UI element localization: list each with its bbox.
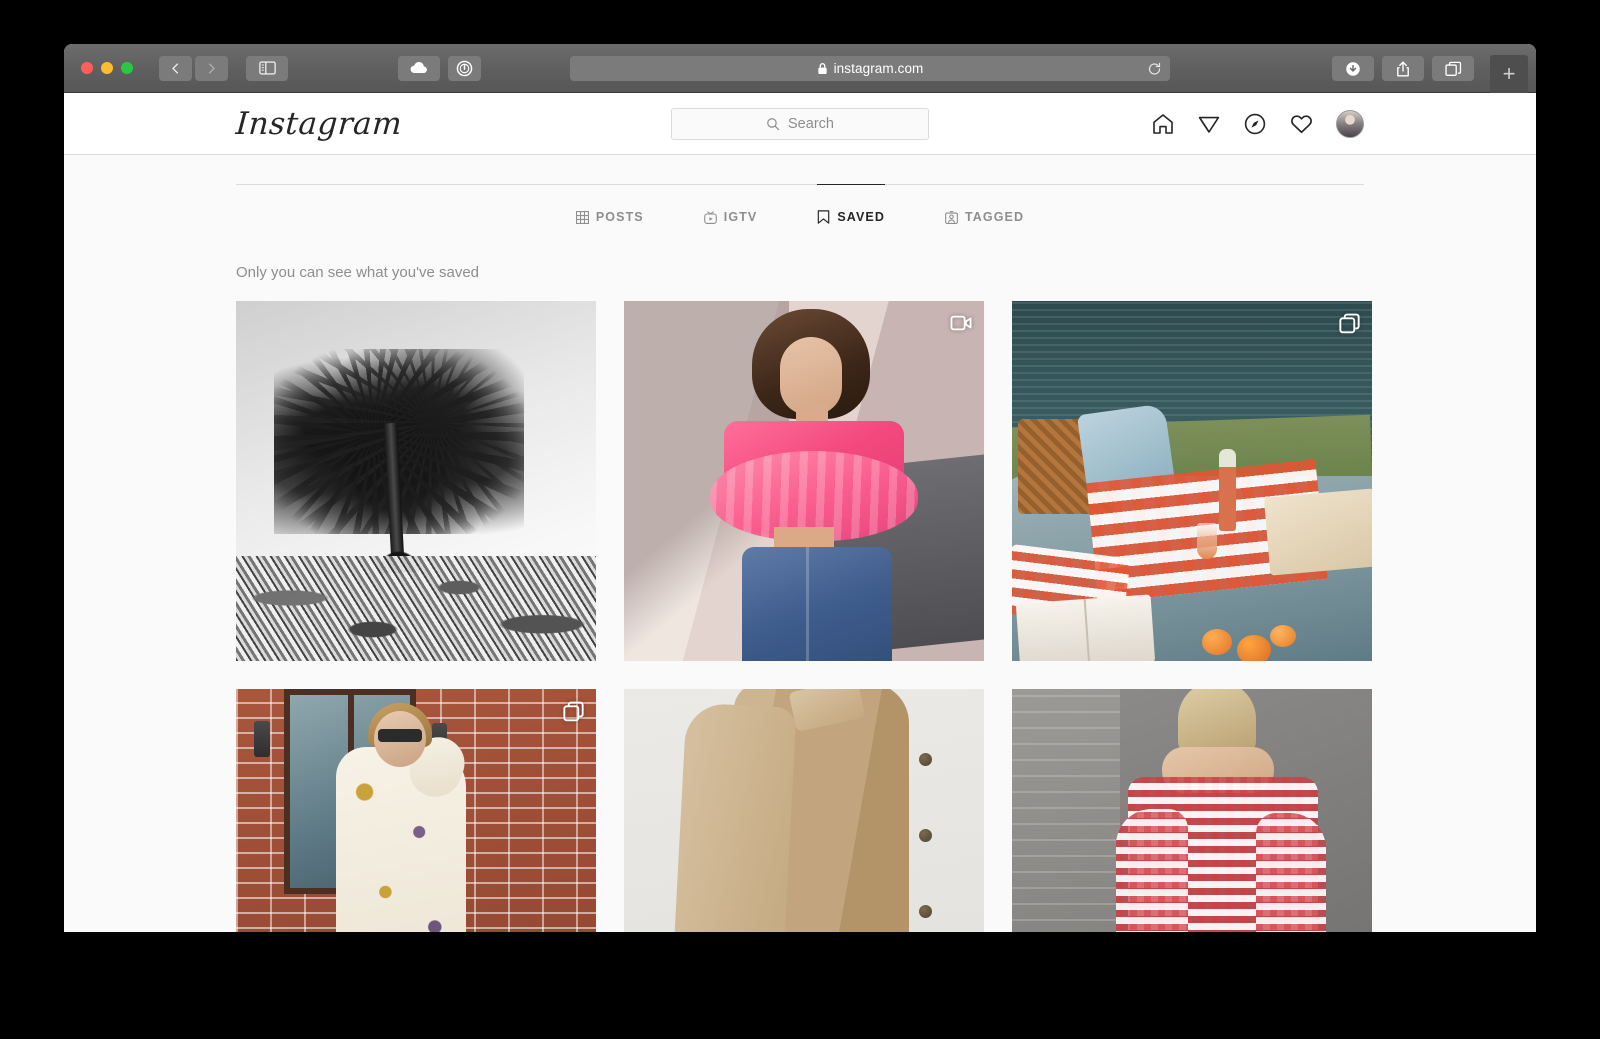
activity-heart-icon[interactable] <box>1289 111 1314 136</box>
instagram-logo[interactable]: Instagram <box>235 106 404 142</box>
tab-saved[interactable]: SAVED <box>817 184 885 246</box>
grid-post-1[interactable] <box>236 301 596 661</box>
sidebar-toggle-icon <box>258 61 276 75</box>
close-window-button[interactable] <box>81 62 93 74</box>
downloads-button[interactable] <box>1332 56 1374 81</box>
grid-post-3[interactable] <box>1012 301 1372 661</box>
browser-toolbar: instagram.com + <box>64 44 1536 93</box>
igtv-icon <box>703 210 717 224</box>
reload-icon <box>1148 62 1161 75</box>
navigation-buttons <box>159 55 228 81</box>
share-button[interactable] <box>1382 56 1424 81</box>
header-nav <box>1151 109 1364 138</box>
search-placeholder: Search <box>788 115 834 132</box>
bookmark-icon <box>818 210 830 224</box>
window-controls <box>81 62 133 74</box>
lock-icon <box>817 62 828 75</box>
back-button[interactable] <box>159 55 192 81</box>
tab-overview-icon <box>1444 61 1461 76</box>
downloads-icon <box>1346 61 1360 76</box>
post-image-picnic <box>1012 301 1372 661</box>
page-content: Instagram Search POSTS IGTV SAVED TAGGED… <box>64 93 1536 932</box>
tab-igtv[interactable]: IGTV <box>703 184 758 246</box>
post-image-trench-coat <box>624 689 984 932</box>
forward-arrow-icon <box>208 62 215 74</box>
grid-post-6[interactable] <box>1012 689 1372 932</box>
sidebar-toggle-button[interactable] <box>246 55 288 81</box>
address-bar[interactable]: instagram.com <box>570 56 1170 81</box>
maximize-window-button[interactable] <box>121 62 133 74</box>
new-tab-label: + <box>1502 61 1516 86</box>
tagged-icon <box>945 210 958 224</box>
explore-icon[interactable] <box>1243 112 1267 136</box>
toolbar-right-buttons <box>1332 56 1474 81</box>
carousel-badge-icon <box>1339 313 1360 334</box>
grid-icon <box>575 210 589 224</box>
reload-button[interactable] <box>1147 61 1162 76</box>
toolbar-extras <box>398 55 481 81</box>
tab-tagged-label: TAGGED <box>964 210 1025 224</box>
tab-posts[interactable]: POSTS <box>575 184 644 246</box>
grid-post-5[interactable] <box>624 689 984 932</box>
tab-tagged[interactable]: TAGGED <box>945 184 1024 246</box>
minimize-window-button[interactable] <box>101 62 113 74</box>
tab-overview-button[interactable] <box>1432 56 1474 81</box>
grid-post-4[interactable] <box>236 689 596 932</box>
privacy-report-button[interactable] <box>448 55 481 81</box>
video-badge-icon <box>950 313 972 333</box>
saved-posts-grid <box>236 301 1372 932</box>
direct-icon[interactable] <box>1197 112 1221 136</box>
post-image-floral-dress <box>236 689 596 932</box>
search-input[interactable]: Search <box>671 107 929 140</box>
instagram-header: Instagram Search <box>64 93 1536 155</box>
carousel-badge-icon <box>563 701 584 722</box>
icloud-icon <box>410 62 427 74</box>
back-arrow-icon <box>172 62 179 74</box>
tab-saved-label: SAVED <box>837 210 885 224</box>
share-icon <box>1397 61 1409 76</box>
icloud-button[interactable] <box>398 55 440 81</box>
post-image-gingham-dress <box>1012 689 1372 932</box>
post-image-tree <box>236 301 596 661</box>
profile-tabs: POSTS IGTV SAVED TAGGED <box>236 184 1364 246</box>
search-icon <box>766 117 780 131</box>
browser-window: instagram.com + Instagram Search POSTS I… <box>64 44 1536 932</box>
profile-avatar[interactable] <box>1336 109 1364 138</box>
forward-button[interactable] <box>195 55 228 81</box>
privacy-report-icon <box>456 60 473 76</box>
home-icon[interactable] <box>1151 112 1175 136</box>
saved-privacy-note: Only you can see what you've saved <box>236 264 480 281</box>
profile-tabs-wrap: POSTS IGTV SAVED TAGGED <box>236 184 1364 246</box>
post-image-pink-top <box>624 301 984 661</box>
tab-posts-label: POSTS <box>595 210 644 224</box>
grid-post-2[interactable] <box>624 301 984 661</box>
new-tab-button[interactable]: + <box>1490 55 1528 93</box>
tab-igtv-label: IGTV <box>723 210 758 224</box>
address-bar-url: instagram.com <box>833 61 924 76</box>
